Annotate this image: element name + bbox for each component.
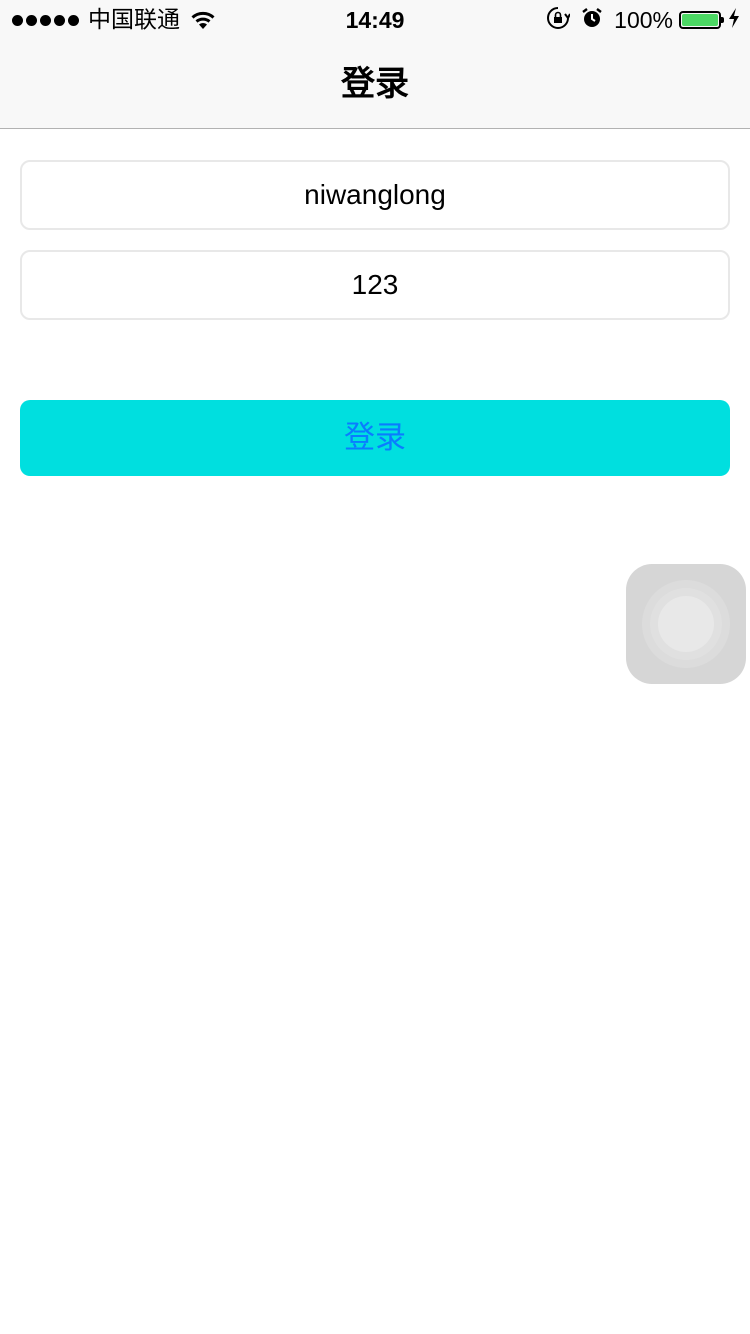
- charging-bolt-icon: [728, 7, 740, 34]
- password-field[interactable]: 123: [20, 250, 730, 320]
- username-field[interactable]: niwanglong: [20, 160, 730, 230]
- alarm-icon: [580, 6, 604, 35]
- status-bar: 中国联通 14:49 100%: [0, 0, 750, 40]
- login-button[interactable]: 登录: [20, 400, 730, 476]
- nav-bar: 登录: [0, 40, 750, 129]
- battery-percent: 100%: [614, 7, 673, 33]
- orientation-lock-icon: [546, 6, 572, 35]
- battery-icon: [679, 11, 724, 29]
- page-title: 登录: [341, 64, 409, 104]
- status-right: 100%: [546, 6, 740, 34]
- assistive-touch-core: [658, 596, 714, 652]
- assistive-touch-icon[interactable]: [626, 564, 746, 684]
